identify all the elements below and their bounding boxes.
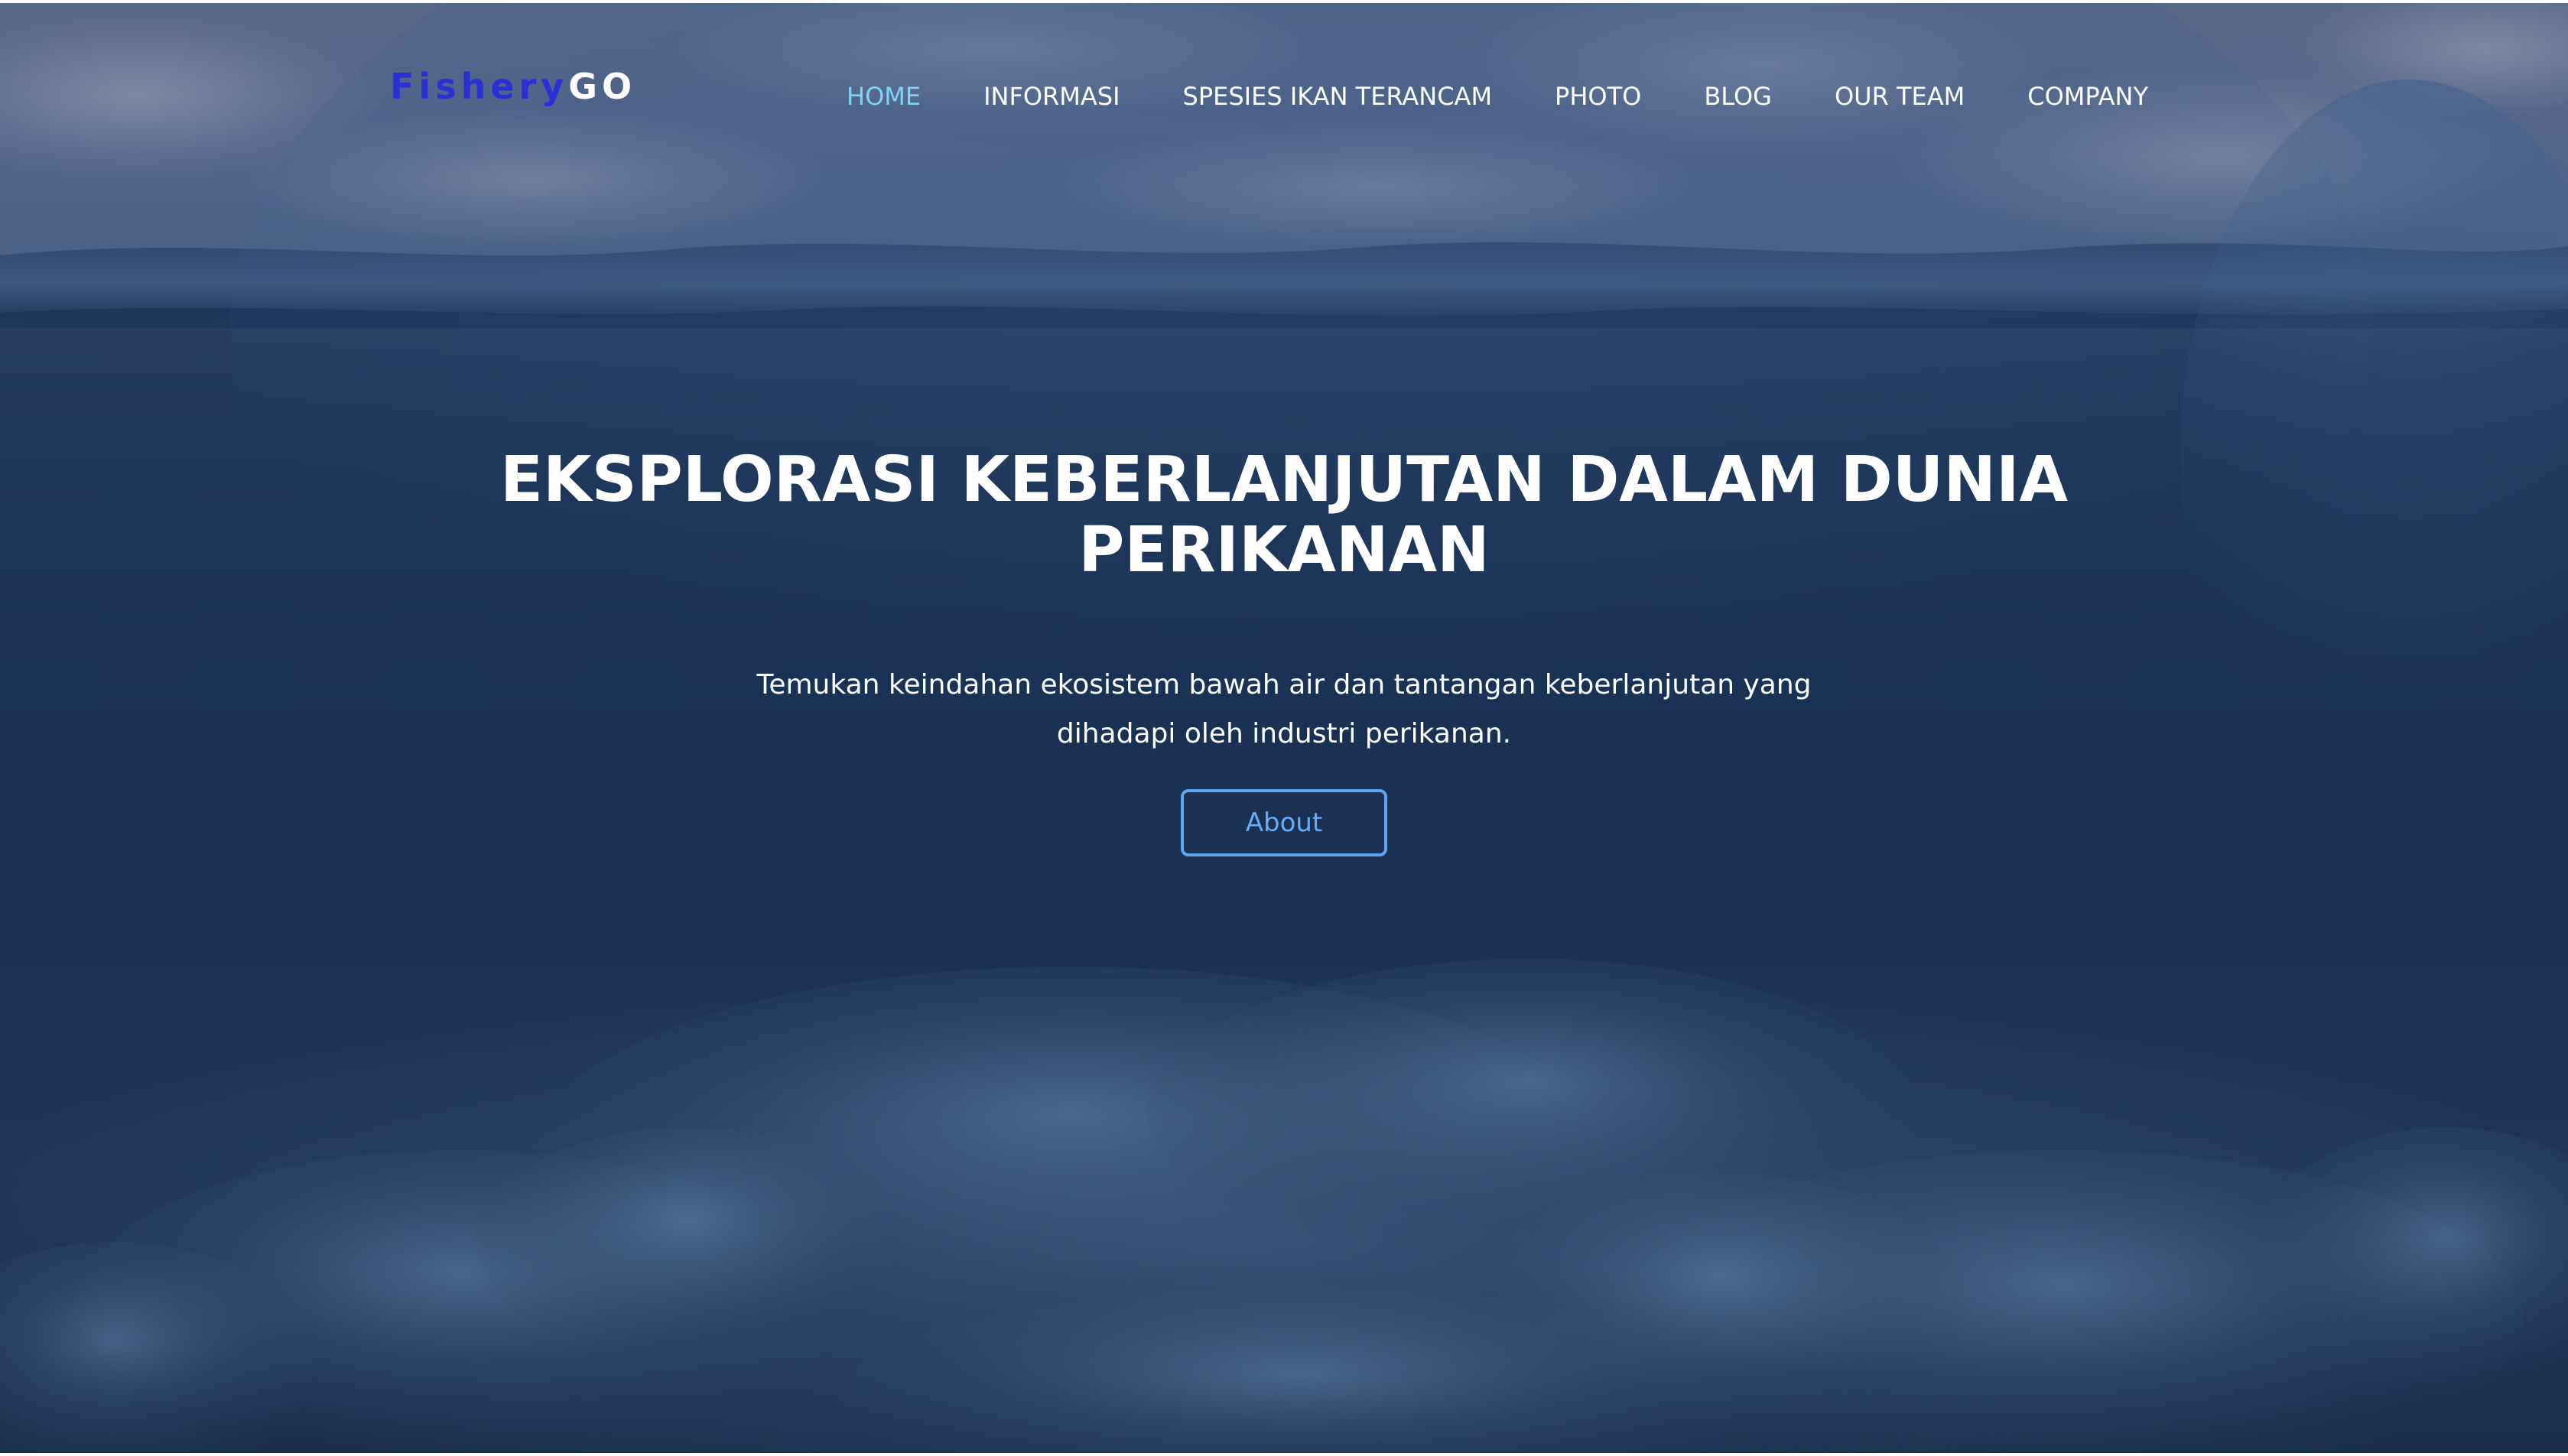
nav-item-informasi[interactable]: INFORMASI [983, 82, 1120, 111]
hero-title: EKSPLORASI KEBERLANJUTAN DALAM DUNIA PER… [0, 445, 2568, 586]
nav-item-our-team[interactable]: OUR TEAM [1835, 82, 1965, 111]
hero-section: FisheryGO HOME INFORMASI SPESIES IKAN TE… [0, 3, 2568, 1453]
brand-logo-go: GO [568, 66, 637, 107]
nav-item-spesies-ikan-terancam[interactable]: SPESIES IKAN TERANCAM [1183, 82, 1493, 111]
nav-item-photo[interactable]: PHOTO [1555, 82, 1641, 111]
nav-item-home[interactable]: HOME [847, 82, 921, 111]
hero-title-line2: PERIKANAN [1078, 514, 1490, 587]
hero-subtitle-line2: dihadapi oleh industri perikanan. [1056, 718, 1512, 749]
site-header: FisheryGO HOME INFORMASI SPESIES IKAN TE… [0, 3, 2568, 187]
hero-subtitle-line1: Temukan keindahan ekosistem bawah air da… [756, 669, 1812, 700]
brand-logo-fishery: Fishery [390, 66, 569, 107]
nav-item-company[interactable]: COMPANY [2027, 82, 2148, 111]
hero-subtitle: Temukan keindahan ekosistem bawah air da… [710, 661, 1858, 759]
main-navigation: HOME INFORMASI SPESIES IKAN TERANCAM PHO… [847, 80, 2148, 113]
nav-item-blog[interactable]: BLOG [1704, 82, 1772, 111]
about-button[interactable]: About [1181, 789, 1387, 856]
brand-logo[interactable]: FisheryGO [390, 66, 636, 107]
hero-title-line1: EKSPLORASI KEBERLANJUTAN DALAM DUNIA [500, 444, 2068, 516]
